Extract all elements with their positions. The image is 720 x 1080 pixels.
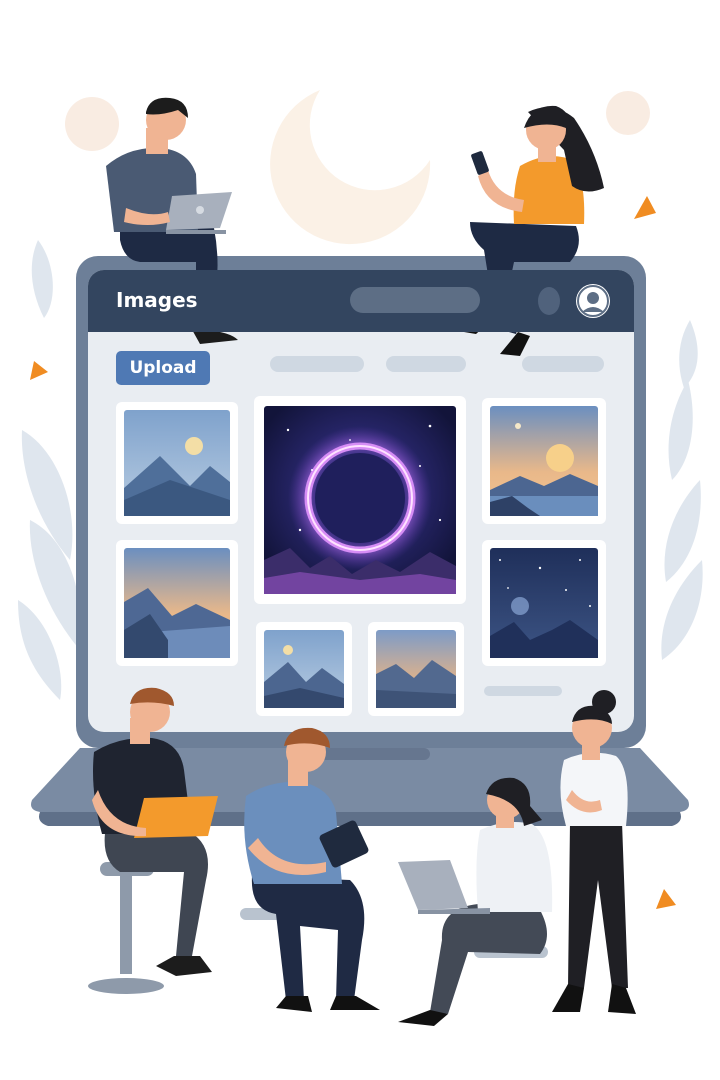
- leaf-decor-right: [661, 320, 703, 660]
- user-icon: [577, 285, 609, 317]
- triangle-accent-icon: [30, 361, 48, 380]
- triangle-accent-icon: [634, 196, 656, 219]
- app-top-bar: Images: [88, 270, 634, 332]
- menu-dot-icon[interactable]: [538, 287, 560, 315]
- app-title: Images: [116, 288, 198, 312]
- upload-button[interactable]: Upload: [116, 351, 210, 385]
- triangle-accent-icon: [656, 889, 676, 909]
- filter-pill-2[interactable]: [386, 356, 466, 372]
- image-app-window: Images Upload: [88, 270, 634, 732]
- search-bar[interactable]: [350, 287, 480, 313]
- filter-pill-1[interactable]: [270, 356, 364, 372]
- filter-pill-3[interactable]: [522, 356, 604, 372]
- leaf-decor-left: [18, 240, 82, 700]
- user-avatar[interactable]: [576, 284, 610, 318]
